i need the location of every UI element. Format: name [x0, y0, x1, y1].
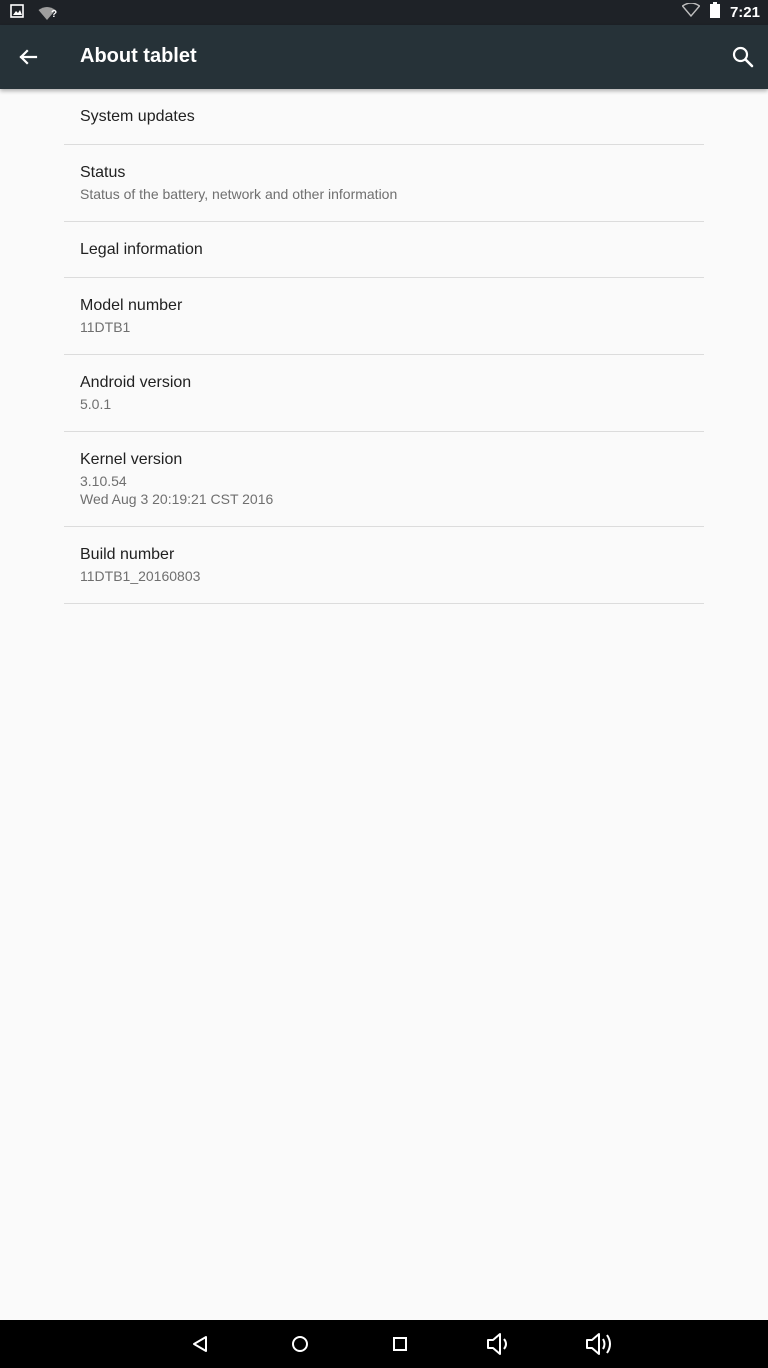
settings-list: System updates Status Status of the batt…: [64, 89, 704, 604]
volume-down-icon[interactable]: [484, 1329, 516, 1359]
item-title: Build number: [80, 546, 175, 563]
item-summary: 5.0.1: [80, 396, 112, 412]
list-item-build-number[interactable]: Build number 11DTB1_20160803: [64, 527, 704, 604]
list-item-android-version[interactable]: Android version 5.0.1: [64, 355, 704, 432]
home-circle-icon[interactable]: [284, 1329, 316, 1359]
image-notification-icon: [10, 4, 24, 23]
wifi-unknown-icon: ?: [38, 6, 60, 22]
list-item-system-updates[interactable]: System updates: [64, 89, 704, 145]
item-summary-line1: 3.10.54: [80, 473, 127, 489]
status-left-icons: ?: [10, 4, 60, 23]
list-item-status[interactable]: Status Status of the battery, network an…: [64, 145, 704, 222]
navigation-bar: [0, 1320, 768, 1368]
status-right-icons: 7:21: [681, 2, 760, 23]
item-summary: 11DTB1_20160803: [80, 568, 201, 584]
item-summary: Status of the battery, network and other…: [80, 186, 398, 202]
wifi-unknown-mark: ?: [51, 8, 58, 20]
status-time: 7:21: [729, 4, 760, 21]
item-title: Model number: [80, 297, 183, 314]
item-title: Status: [80, 164, 126, 181]
back-triangle-icon[interactable]: [184, 1329, 216, 1359]
item-title: Android version: [80, 374, 192, 391]
item-title: Kernel version: [80, 451, 183, 468]
wifi-icon: [681, 2, 701, 22]
list-item-kernel-version[interactable]: Kernel version 3.10.54 Wed Aug 3 20:19:2…: [64, 432, 704, 527]
arrow-back-icon[interactable]: [14, 43, 42, 71]
app-bar: About tablet: [0, 25, 768, 89]
battery-icon: [709, 2, 720, 23]
search-icon[interactable]: [730, 44, 756, 70]
recents-square-icon[interactable]: [384, 1329, 416, 1359]
item-summary: 11DTB1: [80, 319, 131, 335]
page-title: About tablet: [80, 45, 197, 67]
list-item-legal-information[interactable]: Legal information: [64, 222, 704, 278]
item-summary-line2: Wed Aug 3 20:19:21 CST 2016: [80, 491, 274, 507]
list-item-model-number[interactable]: Model number 11DTB1: [64, 278, 704, 355]
item-title: System updates: [80, 108, 195, 125]
status-bar: ? 7:21: [0, 0, 768, 25]
volume-up-icon[interactable]: [584, 1329, 616, 1359]
item-title: Legal information: [80, 241, 203, 258]
